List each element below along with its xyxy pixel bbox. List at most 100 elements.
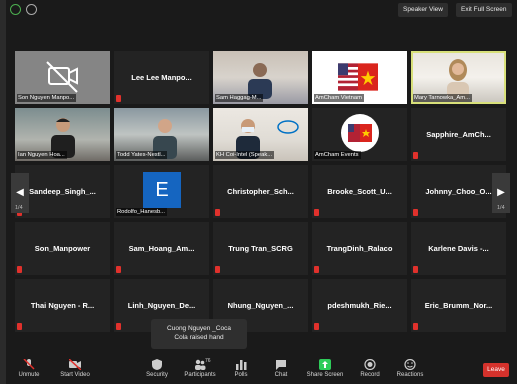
participant-name: pdeshmukh_Rie... [327, 301, 392, 310]
participant-tile[interactable]: AmCham Events [312, 108, 407, 161]
speaker-view-label: Speaker View [403, 6, 443, 13]
participant-tile-active-speaker[interactable]: Mary Tarnowka_Am... [411, 51, 506, 104]
muted-mic-icon [314, 323, 319, 330]
muted-mic-icon [413, 152, 418, 159]
exit-full-screen-button[interactable]: Exit Full Screen [456, 3, 512, 17]
leave-label: Leave [487, 366, 505, 373]
participant-tile[interactable]: Eric_Brumm_Nor... [411, 279, 506, 332]
record-icon [364, 359, 376, 370]
muted-mic-icon [116, 266, 121, 273]
exit-full-screen-label: Exit Full Screen [461, 6, 507, 13]
participants-label: Participants [184, 372, 216, 378]
muted-mic-icon [17, 266, 22, 273]
participant-tile[interactable]: Sandeep_Singh_... [15, 165, 110, 218]
participant-name: Lee Lee Manpo... [131, 73, 192, 82]
security-button[interactable]: Security [134, 358, 180, 383]
share-screen-button[interactable]: Share Screen [302, 358, 348, 383]
participants-button[interactable]: 76 Participants [177, 358, 223, 383]
muted-mic-icon [413, 323, 418, 330]
speaker-view-button[interactable]: Speaker View [398, 3, 448, 17]
chat-icon [276, 360, 286, 370]
participant-caption: Ian Nguyen Hoa... [17, 151, 67, 159]
participant-tile[interactable]: Son_Manpower [15, 222, 110, 275]
reactions-button[interactable]: Reactions [387, 358, 433, 383]
shield-icon [152, 359, 162, 370]
share-screen-label: Share Screen [306, 372, 344, 378]
participant-caption: KH Coi-Intel (Speak... [215, 151, 275, 159]
participant-tile[interactable]: Ian Nguyen Hoa... [15, 108, 110, 161]
participant-tile[interactable]: E Rodolfo_Hanesb... [114, 165, 209, 218]
participant-tile[interactable]: Todd Yates-Nestl... [114, 108, 209, 161]
participants-count: 76 [205, 358, 211, 364]
raised-hand-notification: Cuong Nguyen _Coca Cola raised hand [151, 319, 247, 349]
participant-name: Eric_Brumm_Nor... [424, 301, 493, 310]
leave-button[interactable]: Leave [483, 363, 509, 377]
muted-mic-icon [116, 95, 121, 102]
amcham-flag-logo [338, 63, 378, 91]
participant-name: Sam_Hoang_Am... [128, 244, 195, 253]
participant-tile[interactable]: Thai Nguyen - R... [15, 279, 110, 332]
participant-tile[interactable]: Son Nguyen Manpo... [15, 51, 110, 104]
participant-caption: Rodolfo_Hanesb... [116, 208, 168, 216]
muted-mic-icon [17, 323, 22, 330]
muted-mic-icon [116, 323, 121, 330]
participant-name: Christopher_Sch... [227, 187, 294, 196]
person-photo [248, 63, 272, 99]
participant-tile[interactable]: Trung Tran_SCRG [213, 222, 308, 275]
participant-caption: Son Nguyen Manpo... [17, 94, 77, 102]
amcham-events-logo [341, 114, 379, 152]
participant-name: Thai Nguyen - R... [30, 301, 95, 310]
participant-name: Trung Tran_SCRG [228, 244, 293, 253]
participant-name: TrangDinh_Ralaco [326, 244, 393, 253]
notification-line1: Cuong Nguyen _Coca [167, 325, 231, 332]
record-label: Record [360, 372, 380, 378]
polls-label: Polls [234, 372, 248, 378]
participant-tile[interactable]: Lee Lee Manpo... [114, 51, 209, 104]
participant-caption: Sam Haggag-M... [215, 94, 264, 102]
video-off-icon [69, 359, 81, 370]
participant-tile[interactable]: pdeshmukh_Rie... [312, 279, 407, 332]
participant-tile[interactable]: Karlene Davis -... [411, 222, 506, 275]
muted-mic-icon [23, 359, 35, 370]
info-icon[interactable] [26, 4, 37, 15]
meeting-toolbar: Unmute Start Video Security 76 Participa… [6, 355, 517, 384]
unmute-button[interactable]: Unmute [6, 358, 52, 383]
security-label: Security [146, 372, 168, 378]
participant-name: Sapphire_AmCh... [426, 130, 491, 139]
chat-label: Chat [274, 372, 288, 378]
page-indicator-left: 1/4 [15, 205, 23, 211]
participant-tile[interactable]: Brooke_Scott_U... [312, 165, 407, 218]
polls-icon [236, 360, 247, 370]
start-video-button[interactable]: Start Video [52, 358, 98, 383]
camera-off-icon [46, 61, 78, 93]
participant-tile[interactable]: Sam Haggag-M... [213, 51, 308, 104]
left-window-edge [0, 0, 6, 384]
participant-name: Son_Manpower [34, 244, 91, 253]
notification-line2: Cola raised hand [174, 334, 224, 341]
reactions-label: Reactions [396, 372, 424, 378]
participant-caption: Mary Tarnowka_Am... [413, 94, 472, 102]
reactions-icon [404, 359, 416, 370]
participant-tile[interactable]: TrangDinh_Ralaco [312, 222, 407, 275]
participant-caption: AmCham Vietnam [314, 94, 364, 102]
participant-tile[interactable]: Sapphire_AmCh... [411, 108, 506, 161]
avatar: E [143, 172, 181, 208]
participant-tile[interactable]: KH Coi-Intel (Speak... [213, 108, 308, 161]
participant-name: Sandeep_Singh_... [29, 187, 96, 196]
participant-caption: AmCham Events [314, 151, 361, 159]
shield-icon[interactable] [10, 4, 21, 15]
muted-mic-icon [314, 266, 319, 273]
muted-mic-icon [413, 209, 418, 216]
participant-tile[interactable]: Sam_Hoang_Am... [114, 222, 209, 275]
participant-caption: Todd Yates-Nestl... [116, 151, 168, 159]
participant-tile[interactable]: Christopher_Sch... [213, 165, 308, 218]
meeting-top-bar: Speaker View Exit Full Screen [6, 0, 517, 22]
page-indicator-right: 1/4 [497, 205, 505, 211]
participant-name: Brooke_Scott_U... [327, 187, 392, 196]
participant-tile[interactable]: AmCham Vietnam [312, 51, 407, 104]
muted-mic-icon [413, 266, 418, 273]
share-screen-icon [319, 359, 331, 370]
chat-button[interactable]: Chat [258, 358, 304, 383]
unmute-label: Unmute [18, 372, 40, 378]
muted-mic-icon [215, 209, 220, 216]
